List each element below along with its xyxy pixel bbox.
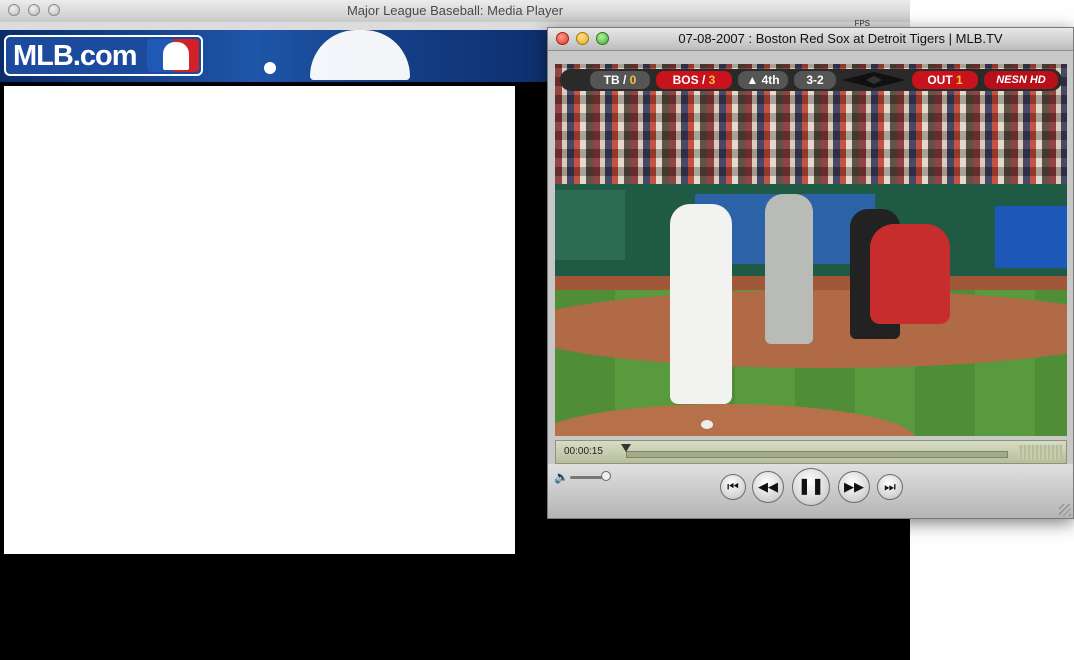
home-team-score: BOS / 3 xyxy=(656,71,732,89)
content-panel xyxy=(4,86,515,554)
mlb-logo[interactable]: MLB.com xyxy=(4,35,203,76)
player-close-button[interactable] xyxy=(556,32,569,45)
player-title: 07-08-2007 : Boston Red Sox at Detroit T… xyxy=(678,31,1003,46)
player-minimize-button[interactable] xyxy=(576,32,589,45)
baseball-graphic xyxy=(264,62,276,74)
away-team-score: TB / 0 xyxy=(590,71,650,89)
baseball-on-mound xyxy=(701,420,713,429)
home-score: 3 xyxy=(708,73,716,87)
wall-ad xyxy=(555,190,625,260)
rewind-icon: ◀◀ xyxy=(758,479,778,494)
network-logo: NESN HD xyxy=(984,71,1058,89)
buffer-indicator xyxy=(1018,445,1062,459)
skip-to-start-icon: ⏮ xyxy=(727,479,739,494)
scrub-track[interactable] xyxy=(626,451,1008,458)
inning: ▲ 4th xyxy=(738,71,788,89)
wall-ad xyxy=(995,206,1067,268)
scorebug: TB / 0 BOS / 3 ▲ 4th 3-2 OUT 1 NESN HD xyxy=(560,69,1062,91)
home-team: BOS xyxy=(672,73,699,87)
pause-button[interactable]: ❚❚ xyxy=(792,468,830,506)
logo-text: MLB.com xyxy=(13,40,137,72)
batter-figure xyxy=(765,194,813,344)
playhead-icon[interactable] xyxy=(621,444,631,452)
resize-handle[interactable] xyxy=(1059,504,1071,516)
away-score: 0 xyxy=(629,73,637,87)
outs-label: OUT xyxy=(927,73,953,87)
back-window-titlebar[interactable]: Major League Baseball: Media Player xyxy=(0,0,910,23)
video-player-window: 07-08-2007 : Boston Red Sox at Detroit T… xyxy=(547,27,1074,519)
away-team: TB xyxy=(603,73,620,87)
skip-to-end-icon: ⏭ xyxy=(884,479,896,494)
video-frame[interactable]: TB / 0 BOS / 3 ▲ 4th 3-2 OUT 1 NESN HD xyxy=(555,64,1067,436)
playback-controls: 🔈 ⏮ ◀◀ ❚❚ ▶▶ ⏭ xyxy=(548,464,1073,518)
pitcher-figure xyxy=(670,204,732,404)
speaker-icon[interactable]: 🔈 xyxy=(554,470,569,484)
volume-knob[interactable] xyxy=(601,471,611,481)
skip-to-start-button[interactable]: ⏮ xyxy=(720,474,746,500)
batter-silhouette-icon xyxy=(163,42,189,70)
skip-to-end-button[interactable]: ⏭ xyxy=(877,474,903,500)
catcher-figure xyxy=(870,224,950,324)
timeline-bar[interactable]: 00:00:15 xyxy=(555,440,1067,464)
batter-graphic xyxy=(310,30,410,80)
ball-strike-count: 3-2 xyxy=(794,71,836,89)
pause-icon: ❚❚ xyxy=(797,478,825,495)
outs-count: 1 xyxy=(956,73,963,87)
current-time: 00:00:15 xyxy=(564,446,603,457)
fast-forward-button[interactable]: ▶▶ xyxy=(838,471,870,503)
player-titlebar[interactable]: 07-08-2007 : Boston Red Sox at Detroit T… xyxy=(548,28,1073,51)
outs: OUT 1 xyxy=(912,71,978,89)
window-title: Major League Baseball: Media Player xyxy=(346,3,564,18)
rewind-button[interactable]: ◀◀ xyxy=(752,471,784,503)
fast-forward-icon: ▶▶ xyxy=(844,479,864,494)
